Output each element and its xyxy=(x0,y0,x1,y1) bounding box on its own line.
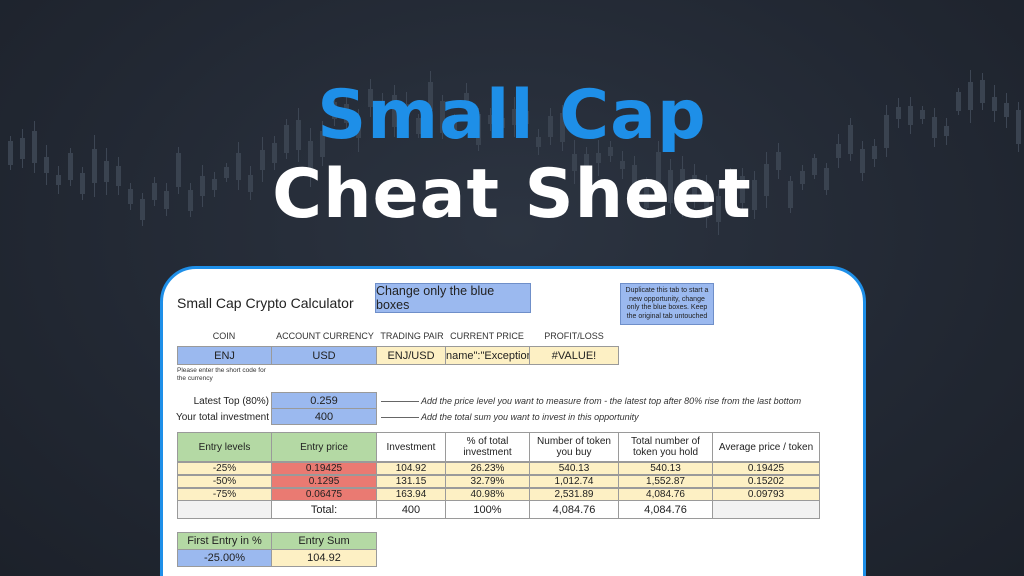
entry-sum-label: Entry Sum xyxy=(271,532,377,550)
total-investment: 400 xyxy=(376,500,446,519)
calculator-title: Small Cap Crypto Calculator xyxy=(177,295,354,311)
header-current-price: CURRENT PRICE xyxy=(450,331,524,341)
th-tokens-hold: Total number of token you hold xyxy=(618,432,713,462)
th-entry-price: Entry price xyxy=(271,432,377,462)
total-label: Total: xyxy=(271,500,377,519)
cell-percent-total: 26.23% xyxy=(445,462,530,475)
th-tokens-buy: Number of token you buy xyxy=(529,432,619,462)
first-entry-label: First Entry in % xyxy=(177,532,272,550)
latest-top-hint: Add the price level you want to measure … xyxy=(421,396,802,406)
latest-top-input[interactable]: 0.259 xyxy=(271,392,377,409)
cell-investment: 104.92 xyxy=(376,462,446,475)
th-entry-levels: Entry levels xyxy=(177,432,272,462)
th-percent-total: % of total investment xyxy=(445,432,530,462)
cell-investment: 131.15 xyxy=(376,475,446,488)
header-coin: COIN xyxy=(212,331,236,341)
cell-average-price: 0.15202 xyxy=(712,475,820,488)
cell-tokens-buy: 1,012.74 xyxy=(529,475,619,488)
header-trading-pair: TRADING PAIR xyxy=(380,331,444,341)
total-average-empty xyxy=(712,500,820,519)
th-average-price: Average price / token xyxy=(712,432,820,462)
header-profit-loss: PROFIT/LOSS xyxy=(544,331,604,341)
investment-hint: Add the total sum you want to invest in … xyxy=(421,412,639,422)
total-percent: 100% xyxy=(445,500,530,519)
trading-pair-value: ENJ/USD xyxy=(376,346,446,365)
blue-boxes-note: Change only the blue boxes xyxy=(375,283,531,313)
first-entry-input[interactable]: -25.00% xyxy=(177,549,272,567)
cell-entry-level: -50% xyxy=(177,475,272,488)
header-account-currency: ACCOUNT CURRENCY xyxy=(276,331,374,341)
cell-tokens-hold: 540.13 xyxy=(618,462,713,475)
investment-label: Your total investment xyxy=(175,412,269,423)
headline-small-cap: Small Cap xyxy=(317,76,707,155)
total-tokens-hold: 4,084.76 xyxy=(618,500,713,519)
profit-loss-value: #VALUE! xyxy=(529,346,619,365)
account-currency-input[interactable]: USD xyxy=(271,346,377,365)
total-empty-cell xyxy=(177,500,272,519)
cell-entry-level: -25% xyxy=(177,462,272,475)
duplicate-tab-note: Duplicate this tab to start a new opport… xyxy=(620,283,714,325)
coin-input[interactable]: ENJ xyxy=(177,346,272,365)
latest-top-label: Latest Top (80%) xyxy=(193,396,269,407)
spreadsheet-card: Small Cap Crypto Calculator Change only … xyxy=(160,266,866,576)
total-tokens-buy: 4,084.76 xyxy=(529,500,619,519)
cell-percent-total: 32.79% xyxy=(445,475,530,488)
investment-arrow xyxy=(381,417,419,418)
investment-input[interactable]: 400 xyxy=(271,408,377,425)
current-price-value: name":"Exception xyxy=(445,346,530,365)
latest-top-arrow xyxy=(381,401,419,402)
th-investment: Investment xyxy=(376,432,446,462)
short-code-note: Please enter the short code for the curr… xyxy=(177,367,266,382)
entry-sum-value: 104.92 xyxy=(271,549,377,567)
cell-entry-price: 0.19425 xyxy=(271,462,377,475)
cell-entry-price: 0.1295 xyxy=(271,475,377,488)
cell-tokens-hold: 1,552.87 xyxy=(618,475,713,488)
cell-tokens-buy: 540.13 xyxy=(529,462,619,475)
headline-cheat-sheet: Cheat Sheet xyxy=(272,155,752,234)
cell-average-price: 0.19425 xyxy=(712,462,820,475)
